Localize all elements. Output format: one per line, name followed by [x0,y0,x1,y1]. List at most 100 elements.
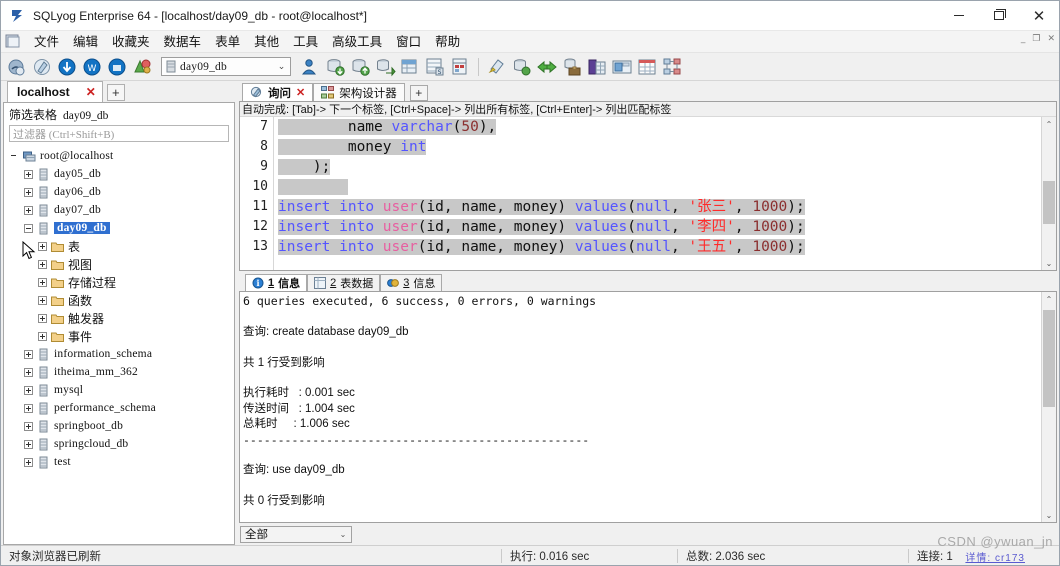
minimize-button[interactable] [939,1,979,31]
backup-database-icon[interactable] [324,56,346,78]
tree-item-[interactable]: 事件 [4,327,234,345]
tree-item-day05-db[interactable]: day05_db [4,165,234,183]
menu-item-file[interactable]: 文件 [27,32,66,52]
tree-item-[interactable]: 存储过程 [4,273,234,291]
tab-table-data-2[interactable]: 2 表数据 [307,274,381,291]
menu-item-favorites[interactable]: 收藏夹 [105,32,157,52]
menu-item-tools[interactable]: 工具 [286,32,325,52]
expand-icon[interactable] [38,241,47,251]
menu-item-help[interactable]: 帮助 [428,32,467,52]
results-filter-combo[interactable]: 全部 ⌄ [240,525,352,543]
tree-item-[interactable]: 表 [4,237,234,255]
doc-restore-button[interactable]: ❐ [1032,34,1040,44]
open-file-icon[interactable] [56,56,78,78]
doc-close-button[interactable]: ✕ [1047,34,1055,44]
tree-item-test[interactable]: test [4,453,234,471]
menu-item-advanced-tools[interactable]: 高级工具 [325,32,389,52]
user-manager-icon[interactable] [299,56,321,78]
object-tree[interactable]: root@localhost day05_db day06_db day07_db da… [4,145,234,544]
export-grid-icon[interactable] [399,56,421,78]
maximize-button[interactable] [979,1,1019,31]
code-area[interactable]: 7 8 9 10 11 12 13 name varchar(50), mone… [240,117,1041,270]
menu-item-form[interactable]: 表单 [208,32,247,52]
results-message-text[interactable]: 6 queries executed, 6 success, 0 errors,… [240,292,1041,522]
menu-item-other[interactable]: 其他 [247,32,286,52]
menu-item-database[interactable]: 数据车 [157,32,209,52]
expand-icon[interactable] [24,205,33,215]
expand-icon[interactable] [38,331,47,341]
database-selector[interactable]: day09_db ⌄ [161,57,291,76]
sql-code[interactable]: name varchar(50), money int ); insert in… [274,117,1041,270]
expand-icon[interactable] [24,421,33,431]
tree-item-day09-db[interactable]: day09_db [4,219,234,237]
tree-item-[interactable]: 触发器 [4,309,234,327]
import-external-data-icon[interactable] [374,56,396,78]
close-icon[interactable]: ✕ [86,85,96,99]
refresh-objects-icon[interactable] [131,56,153,78]
tree-item-springcloud-db[interactable]: springcloud_db [4,435,234,453]
results-scroll-track[interactable] [1042,306,1056,508]
tab-schema-designer[interactable]: 架构设计器 [313,83,405,101]
expand-icon[interactable] [24,439,33,449]
scroll-down-icon[interactable]: ⌄ [1042,256,1056,270]
connection-tab-localhost[interactable]: localhost ✕ [7,81,103,102]
expand-icon[interactable] [38,313,47,323]
tree-item-springboot-db[interactable]: springboot_db [4,417,234,435]
expand-icon[interactable] [24,367,33,377]
menu-item-window[interactable]: 窗口 [389,32,428,52]
query-builder-icon[interactable] [611,56,633,78]
add-connection-tab-button[interactable]: + [106,84,125,101]
collapse-icon[interactable] [24,223,33,233]
scroll-down-icon[interactable]: ⌄ [1042,508,1056,522]
execute-all-icon[interactable] [511,56,533,78]
scroll-up-icon[interactable]: ⌃ [1042,292,1056,306]
export-table-icon[interactable]: S [424,56,446,78]
expand-icon[interactable] [38,259,47,269]
expand-icon[interactable] [38,295,47,305]
doc-minimize-button[interactable]: _ [1021,34,1026,44]
save-file-icon[interactable]: W [81,56,103,78]
tree-item-root-localhost[interactable]: root@localhost [4,147,234,165]
add-query-tab-button[interactable]: + [409,85,428,101]
notification-services-icon[interactable] [586,56,608,78]
expand-icon[interactable] [24,385,33,395]
tab-messages-3[interactable]: 3 信息 [380,274,443,291]
results-vertical-scrollbar[interactable]: ⌃ ⌄ [1041,292,1056,522]
expand-icon[interactable] [24,457,33,467]
tree-item-day07-db[interactable]: day07_db [4,201,234,219]
expand-icon[interactable] [24,403,33,413]
expand-icon[interactable] [24,349,33,359]
tree-item-[interactable]: 视图 [4,255,234,273]
results-scroll-thumb[interactable] [1043,310,1055,407]
restore-database-icon[interactable] [349,56,371,78]
tree-item-day06-db[interactable]: day06_db [4,183,234,201]
new-query-tab-icon[interactable] [31,56,53,78]
scroll-up-icon[interactable]: ⌃ [1042,117,1056,131]
save-as-icon[interactable] [106,56,128,78]
copy-database-icon[interactable] [449,56,471,78]
tree-item-performance-schema[interactable]: performance_schema [4,399,234,417]
expand-icon[interactable] [24,169,33,179]
tree-item-itheima-mm-362[interactable]: itheima_mm_362 [4,363,234,381]
table-diagnostics-icon[interactable] [661,56,683,78]
chevron-down-icon[interactable]: ⌄ [273,62,290,72]
close-icon[interactable]: ✕ [296,86,305,99]
tab-query[interactable]: 询问 ✕ [242,83,314,101]
editor-scroll-track[interactable] [1042,131,1056,256]
filter-input[interactable]: 过滤器 (Ctrl+Shift+B) [9,125,229,142]
tab-messages-1[interactable]: i 1 信息 [245,274,308,291]
editor-vertical-scrollbar[interactable]: ⌃ ⌄ [1041,117,1056,270]
scheduled-backup-icon[interactable] [561,56,583,78]
expand-icon[interactable] [24,187,33,197]
expand-icon[interactable] [38,277,47,287]
schema-designer-icon[interactable] [636,56,658,78]
menu-item-edit[interactable]: 编辑 [66,32,105,52]
tree-item-[interactable]: 函数 [4,291,234,309]
tree-item-information-schema[interactable]: information_schema [4,345,234,363]
close-button[interactable]: ✕ [1019,1,1059,31]
execute-query-icon[interactable] [486,56,508,78]
editor-scroll-thumb[interactable] [1043,181,1055,224]
sync-data-icon[interactable] [536,56,558,78]
chevron-down-icon[interactable]: ⌄ [335,530,351,539]
tree-item-mysql[interactable]: mysql [4,381,234,399]
